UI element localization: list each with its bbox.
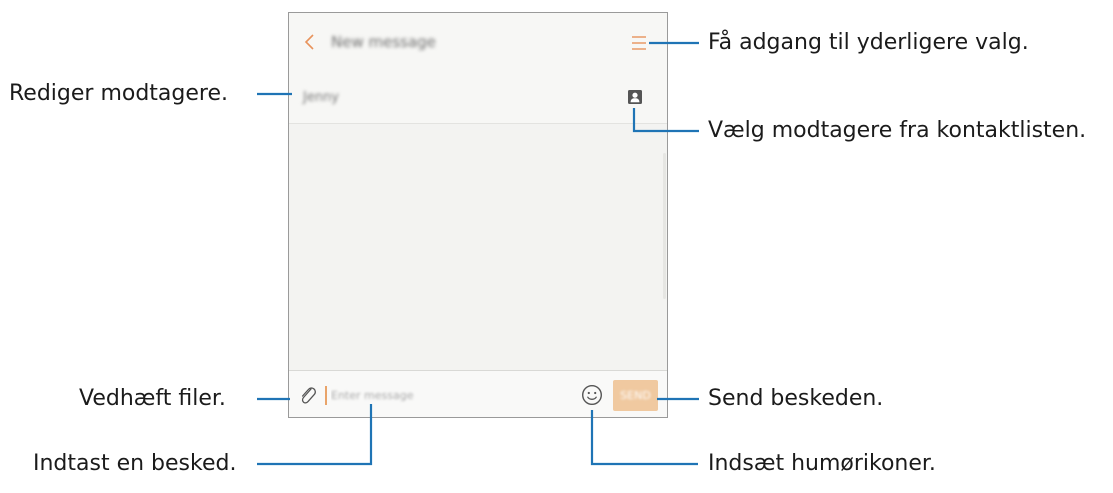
callout-send-message: Send beskeden.	[708, 386, 884, 411]
callout-attach-files: Vedhæft filer.	[79, 386, 226, 411]
callout-lines	[257, 41, 699, 466]
callout-more-options: Få adgang til yderligere valg.	[708, 30, 1029, 55]
insert-emoticons-leader	[590, 410, 698, 466]
callout-enter-message: Indtast en besked.	[33, 451, 237, 476]
callout-insert-emoticons: Indsæt humørikoner.	[708, 451, 936, 476]
callout-edit-recipients: Rediger modtagere.	[9, 81, 229, 106]
choose-contacts-leader	[632, 108, 699, 133]
callout-choose-contacts: Vælg modtagere fra kontaktlisten.	[708, 118, 1087, 143]
enter-message-leader	[257, 404, 373, 466]
